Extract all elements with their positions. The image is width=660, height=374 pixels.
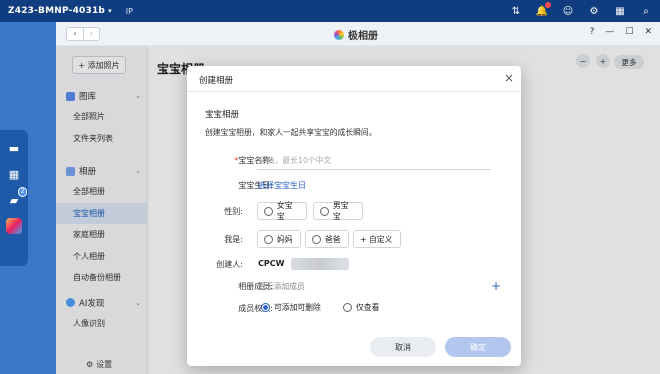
notification-dot — [545, 2, 551, 8]
role-mom-option[interactable]: 妈妈 — [257, 230, 301, 248]
notification-icon[interactable]: 🔔 — [536, 2, 551, 17]
maximize-icon[interactable]: ☐ — [625, 27, 633, 37]
creator-label: 创建人: — [216, 260, 243, 269]
cancel-button[interactable]: 取消 — [370, 337, 436, 357]
section-description: 创建宝宝相册，和家人一起共享宝宝的成长瞬间。 — [205, 128, 377, 137]
gender-girl-label: 女宝宝 — [276, 201, 293, 221]
role-dad-label: 爸爸 — [325, 234, 341, 244]
permission-view-label: 仅查看 — [356, 303, 380, 312]
host-name[interactable]: Z423-BMNP-4031b ▾ — [8, 6, 112, 16]
section-title: 宝宝相册 — [205, 110, 240, 120]
minimize-icon[interactable]: — — [605, 27, 614, 37]
chevron-down-icon: ▾ — [108, 7, 112, 15]
window-controls: ? — ☐ ✕ — [590, 27, 652, 37]
creator-value: CPCW — [258, 259, 285, 268]
app-logo-icon — [334, 29, 344, 40]
grid-icon[interactable]: ▦ — [614, 5, 626, 17]
gender-boy-label: 男宝宝 — [332, 201, 349, 221]
permission-edit-option[interactable]: 可添加可删除 — [261, 302, 321, 313]
dialog-divider — [187, 91, 521, 92]
help-icon[interactable]: ? — [590, 27, 595, 37]
transfer-icon[interactable]: ⇅ — [510, 5, 522, 17]
radio-checked-icon — [261, 303, 270, 312]
radio-icon — [264, 206, 273, 216]
title-bar: ‹ › 极相册 ? — ☐ ✕ — [56, 22, 660, 46]
close-icon[interactable]: × — [504, 71, 514, 85]
dialog-title: 创建相册 — [199, 76, 234, 86]
permission-edit-label: 可添加可删除 — [274, 303, 321, 312]
user-icon[interactable]: ☺ — [562, 5, 574, 17]
host-label: Z423-BMNP-4031b — [8, 6, 106, 16]
close-icon[interactable]: ✕ — [644, 27, 652, 37]
apps-icon[interactable]: ▦ — [6, 166, 22, 182]
gender-label: 性别: — [224, 207, 243, 216]
folder-icon[interactable]: ▰ 2 — [6, 187, 27, 208]
radio-icon — [320, 206, 329, 216]
photos-app-icon[interactable] — [6, 218, 22, 234]
add-member-button[interactable]: + — [491, 279, 501, 293]
gender-boy-option[interactable]: 男宝宝 — [313, 201, 363, 221]
create-album-dialog: 创建相册 × 宝宝相册 创建宝宝相册，和家人一起共享宝宝的成长瞬间。 *宝宝名称… — [187, 66, 521, 366]
back-button[interactable]: ‹ — [67, 28, 83, 40]
dock-badge: 2 — [18, 187, 27, 197]
radio-icon — [343, 303, 352, 312]
role-custom-button[interactable]: + 自定义 — [353, 230, 401, 248]
gear-icon[interactable]: ⚙ — [588, 5, 600, 17]
search-icon[interactable]: ⌕ — [640, 5, 652, 17]
baby-name-input[interactable] — [257, 152, 491, 170]
nav-buttons: ‹ › — [66, 26, 100, 41]
gender-girl-option[interactable]: 女宝宝 — [257, 201, 307, 221]
confirm-button[interactable]: 确定 — [445, 337, 511, 357]
role-label: 我是: — [224, 235, 243, 244]
radio-icon — [264, 234, 273, 244]
storage-icon[interactable]: ▬ — [6, 140, 22, 156]
forward-button[interactable]: › — [83, 27, 99, 40]
app-title-text: 极相册 — [348, 31, 378, 42]
birthday-picker-link[interactable]: 选择宝宝生日 — [258, 180, 306, 191]
role-dad-option[interactable]: 爸爸 — [305, 230, 349, 248]
permission-view-option[interactable]: 仅查看 — [343, 302, 379, 313]
creator-redacted — [291, 258, 349, 270]
ip-label: IP — [125, 6, 133, 16]
members-empty-text: 暂无添加成员 — [258, 282, 305, 291]
role-mom-label: 妈妈 — [277, 234, 293, 244]
system-toolbar: ⇅ 🔔 ☺ ⚙ ▦ ⌕ — [510, 0, 652, 22]
radio-icon — [312, 234, 321, 244]
app-title: 极相册 — [334, 27, 378, 42]
system-top-bar: Z423-BMNP-4031b ▾ IP ⇅ 🔔 ☺ ⚙ ▦ ⌕ — [0, 0, 660, 22]
desktop-dock: ▬ ▦ ▰ 2 — [0, 130, 28, 266]
